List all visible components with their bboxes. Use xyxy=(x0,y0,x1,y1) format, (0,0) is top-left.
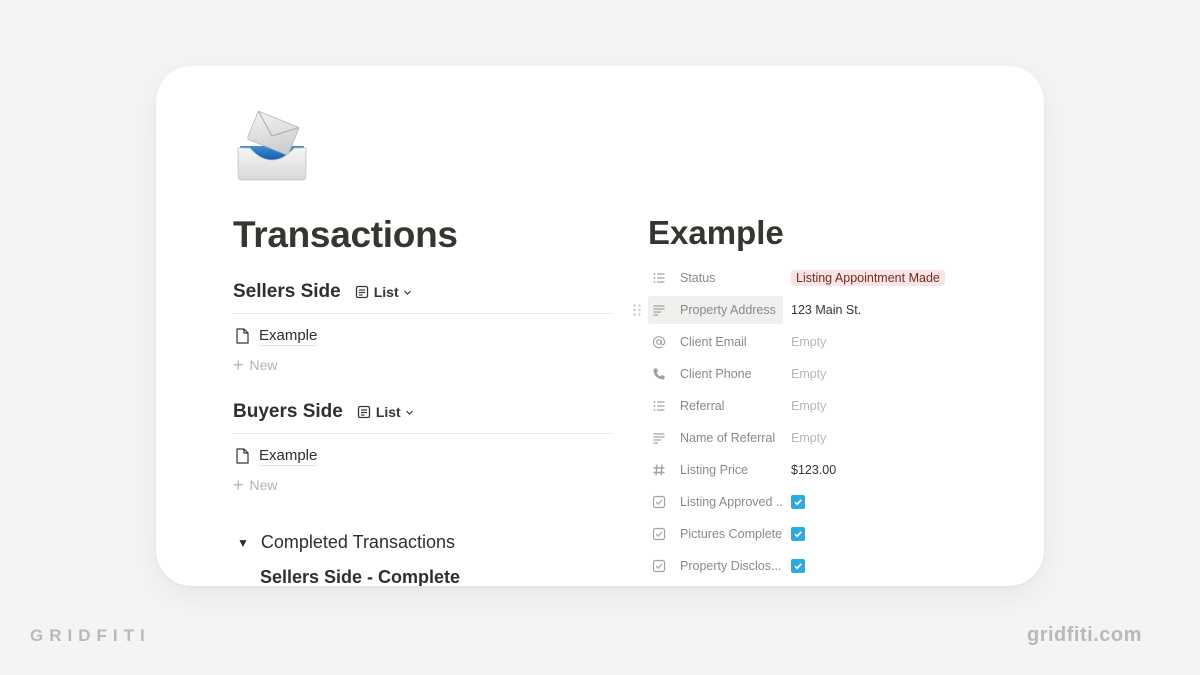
divider xyxy=(233,433,613,434)
chevron-down-icon xyxy=(405,410,413,415)
checkbox-checked[interactable] xyxy=(791,559,805,573)
text-icon xyxy=(652,431,673,445)
database-title[interactable]: Sellers Side xyxy=(233,281,341,303)
property-name-label: Name of Referral xyxy=(680,431,776,445)
property-name[interactable]: Property Address xyxy=(648,296,783,324)
phone-icon xyxy=(652,367,673,381)
property-name[interactable]: Client Phone xyxy=(648,360,783,388)
property-value[interactable] xyxy=(791,527,805,541)
view-switcher[interactable]: List xyxy=(351,282,421,302)
view-label: List xyxy=(373,284,399,300)
property-name-label: Listing Approved ... xyxy=(680,495,783,509)
property-name-label: Listing Price xyxy=(680,463,749,477)
property-name-label: Pictures Complete xyxy=(680,527,783,541)
list-view-icon xyxy=(355,285,368,299)
property-value-text: 123 Main St. xyxy=(791,303,862,317)
list-item-label: Example xyxy=(259,326,318,346)
toggle-triangle-down-icon[interactable]: ▼ xyxy=(237,536,249,550)
page-icon xyxy=(236,448,249,464)
property-name[interactable]: Property Disclos... xyxy=(648,552,783,580)
checkbox-checked[interactable] xyxy=(791,527,805,541)
drag-handle-icon[interactable] xyxy=(632,303,642,317)
property-value[interactable]: Empty xyxy=(791,431,826,445)
brand-wordmark: GRIDFITI xyxy=(30,626,151,645)
property-name[interactable]: Listing Approved ... xyxy=(648,488,783,516)
property-name[interactable]: Name of Referral xyxy=(648,424,783,452)
property-value-text: $123.00 xyxy=(791,463,837,477)
property-row[interactable]: Name of Referral Empty xyxy=(648,424,1008,452)
property-row[interactable]: Property Disclos... xyxy=(648,552,1008,580)
property-name[interactable]: Referral xyxy=(648,392,783,420)
checkbox-icon xyxy=(652,495,673,509)
property-row[interactable]: Client Phone Empty xyxy=(648,360,1008,388)
property-row[interactable]: Listing Price $123.00 xyxy=(648,456,1008,484)
sellers-side-database-header: Sellers Side List xyxy=(233,272,613,312)
new-item-button[interactable]: + New xyxy=(233,354,278,376)
property-value-text: Empty xyxy=(791,399,827,413)
property-row[interactable]: Property Address 123 Main St. xyxy=(633,296,1008,324)
list-icon xyxy=(652,271,673,285)
property-row[interactable]: Listing Approved ... xyxy=(648,488,1008,516)
new-label: New xyxy=(249,477,278,493)
property-name-label: Client Phone xyxy=(680,367,752,381)
divider xyxy=(233,313,613,314)
property-name-label: Status xyxy=(680,271,716,285)
property-row[interactable]: Status Listing Appointment Made xyxy=(648,264,1008,292)
list-icon xyxy=(652,399,673,413)
toggle-child-heading: Sellers Side - Complete xyxy=(260,567,461,586)
property-value[interactable]: Listing Appointment Made xyxy=(791,270,945,286)
plus-icon: + xyxy=(233,475,244,495)
list-item-label: Example xyxy=(259,446,318,466)
status-tag[interactable]: Listing Appointment Made xyxy=(791,270,945,286)
property-value[interactable]: Empty xyxy=(791,399,826,413)
property-row[interactable]: Referral Empty xyxy=(648,392,1008,420)
property-value[interactable] xyxy=(791,495,805,509)
view-label: List xyxy=(375,404,401,420)
chevron-down-icon xyxy=(403,290,411,295)
property-name[interactable]: Pictures Complete xyxy=(648,520,783,548)
new-item-button[interactable]: + New xyxy=(233,474,278,496)
property-value-text: Empty xyxy=(791,431,827,445)
property-name[interactable]: Listing Price xyxy=(648,456,783,484)
checkbox-checked[interactable] xyxy=(791,495,805,509)
property-name-label: Client Email xyxy=(680,335,747,349)
property-row[interactable]: Pictures Complete xyxy=(648,520,1008,548)
text-icon xyxy=(652,303,673,317)
brand-url: gridfiti.com xyxy=(1027,624,1142,646)
property-value-text: Empty xyxy=(791,367,827,381)
property-name[interactable]: Status xyxy=(648,264,783,292)
property-value[interactable]: $123.00 xyxy=(791,463,836,477)
property-value-text: Empty xyxy=(791,335,827,349)
toggle-label: Completed Transactions xyxy=(260,532,455,552)
property-name-label: Property Address xyxy=(680,303,776,317)
property-name[interactable]: Client Email xyxy=(648,328,783,356)
property-name-label: Referral xyxy=(680,399,725,413)
buyers-side-database-header: Buyers Side List xyxy=(233,392,613,432)
property-name-label: Property Disclos... xyxy=(680,559,782,573)
database-title[interactable]: Buyers Side xyxy=(233,401,343,423)
notion-page-card: Transactions Sellers Side List Example +… xyxy=(156,66,1044,586)
page-icon xyxy=(236,328,249,344)
hash-icon xyxy=(652,463,673,477)
page-title[interactable]: Transactions xyxy=(233,214,458,256)
property-value[interactable]: Empty xyxy=(791,335,826,349)
property-value[interactable]: 123 Main St. xyxy=(791,303,861,317)
property-row[interactable]: Client Email Empty xyxy=(648,328,1008,356)
checkbox-icon xyxy=(652,527,673,541)
incoming-envelope-tray-icon[interactable] xyxy=(234,106,310,182)
list-item[interactable]: Example xyxy=(233,323,318,349)
at-icon xyxy=(652,335,673,349)
checkbox-icon xyxy=(652,559,673,573)
view-switcher[interactable]: List xyxy=(353,402,423,422)
plus-icon: + xyxy=(233,355,244,375)
new-label: New xyxy=(249,357,278,373)
completed-transactions-toggle[interactable]: ▼ Completed Transactions xyxy=(237,532,455,553)
record-title[interactable]: Example xyxy=(648,214,784,252)
property-value[interactable] xyxy=(791,559,805,573)
list-item[interactable]: Example xyxy=(233,443,318,469)
list-view-icon xyxy=(357,405,370,419)
property-value[interactable]: Empty xyxy=(791,367,826,381)
